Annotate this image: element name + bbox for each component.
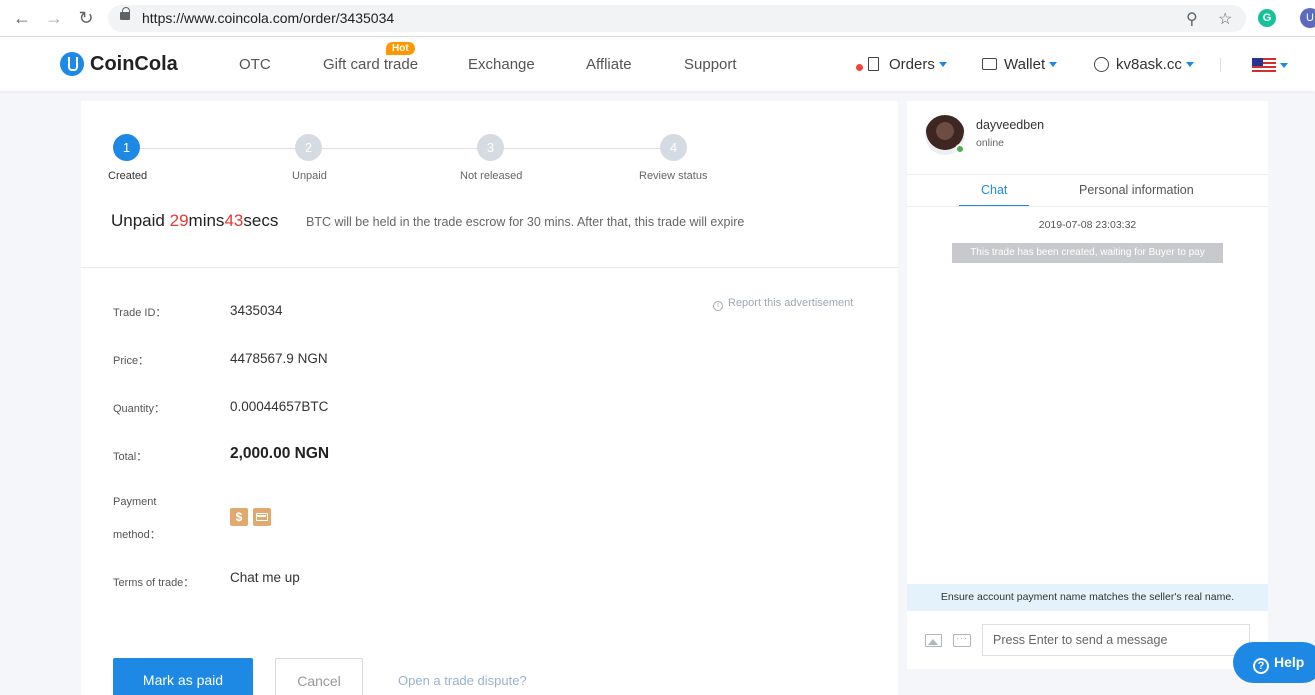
message-input[interactable] [982,624,1250,656]
chevron-down-icon [1185,61,1194,69]
step-2-circle: 2 [295,134,322,161]
brand-name[interactable]: CoinCola [90,53,178,76]
tab-chat[interactable]: Chat [981,183,1007,197]
message-timestamp: 2019-07-08 23:03:32 [1038,219,1137,231]
open-dispute-link[interactable]: Open a trade dispute? [398,673,527,688]
price-label: Price： [113,355,150,367]
orders-menu[interactable]: Orders [889,56,947,73]
profile-avatar[interactable]: U [1300,8,1315,28]
payment-name-notice: Ensure account payment name matches the … [907,584,1268,611]
header-divider [1220,58,1221,72]
step-1-label: Created [108,170,148,182]
card-icon [253,508,271,526]
step-2-label: Unpaid [292,170,327,182]
reload-icon[interactable]: ↻ [76,8,96,28]
wallet-label: Wallet [1004,56,1046,73]
tabs-divider [907,206,1268,207]
help-label: Help [1274,654,1305,670]
orders-doc-icon [868,57,879,71]
progress-line [127,148,673,149]
step-1-circle: 1 [113,134,140,161]
coincola-logo-icon[interactable] [60,52,84,76]
chevron-down-icon[interactable] [1280,63,1288,68]
trader-status: online [976,137,1005,149]
lock-icon [120,7,130,20]
online-status-dot [955,144,965,154]
timer-seconds-unit: secs [243,211,279,230]
grammarly-extension-icon[interactable]: G [1258,9,1276,27]
terms-label: Terms of trade： [113,577,195,589]
nav-support[interactable]: Support [684,56,737,73]
step-4-label: Review status [639,170,708,182]
wallet-menu[interactable]: Wallet [1004,56,1058,73]
report-label: Report this advertisement [728,297,854,309]
orders-label: Orders [889,56,935,73]
quantity-value: 0.00044657BTC [230,399,329,414]
wallet-icon [982,58,997,70]
total-label: Total： [113,451,148,463]
dollar-icon: $ [230,508,248,526]
address-bar[interactable]: https://www.coincola.com/order/3435034 ⚲… [108,5,1246,32]
user-icon [1094,57,1109,72]
section-divider [81,267,898,268]
forward-icon[interactable]: → [44,8,64,28]
total-value: 2,000.00 NGN [230,445,330,462]
nav-exchange[interactable]: Exchange [468,56,535,73]
chat-panel: dayveedben online Chat Personal informat… [907,101,1268,669]
chevron-down-icon [938,61,947,69]
info-icon: i [713,301,723,311]
url-text[interactable]: https://www.coincola.com/order/3435034 [142,10,394,26]
price-value: 4478567.9 NGN [230,351,328,366]
trader-name[interactable]: dayveedben [976,118,1044,132]
nav-otc[interactable]: OTC [239,56,271,73]
username-label: kv8ask.cc [1116,56,1182,73]
emoji-icon[interactable]: ··· [953,634,971,647]
trade-id-value: 3435034 [230,303,283,318]
site-header: CoinCola OTC Gift card trade Hot Exchang… [0,37,1315,91]
terms-value: Chat me up [230,570,300,585]
back-icon[interactable]: ← [12,8,32,28]
step-3-circle: 3 [477,134,504,161]
mark-as-paid-button[interactable]: Mark as paid [113,658,253,695]
trade-id-label: Trade ID： [113,307,167,319]
chevron-down-icon [1049,61,1058,69]
chat-divider [907,174,1268,175]
nav-gift-card-trade[interactable]: Gift card trade [323,56,418,73]
image-icon[interactable] [925,634,942,647]
zoom-icon[interactable]: ⚲ [1186,9,1198,29]
report-advertisement-link[interactable]: i Report this advertisement [713,297,853,311]
help-icon: ? [1253,658,1269,674]
order-panel: 1 Created 2 Unpaid 3 Not released 4 Revi… [81,101,898,695]
orders-notification-dot [856,64,863,71]
payment-method-label-line2: method： [113,529,161,541]
hot-badge: Hot [386,42,415,55]
step-4-circle: 4 [660,134,687,161]
quantity-label: Quantity： [113,403,165,415]
timer-seconds: 43 [224,211,244,230]
timer-minutes: 29 [169,211,189,230]
escrow-note: BTC will be held in the trade escrow for… [306,215,745,229]
timer-prefix: Unpaid [111,211,170,230]
nav-affliate[interactable]: Affliate [586,56,632,73]
step-3-label: Not released [460,170,523,182]
countdown-timer: Unpaid 29mins43secs [111,211,278,231]
help-button[interactable]: ? Help [1233,642,1315,683]
timer-minutes-unit: mins [188,211,225,230]
cancel-button[interactable]: Cancel [275,658,363,695]
browser-toolbar: ← → ↻ https://www.coincola.com/order/343… [0,0,1315,37]
system-message: This trade has been created, waiting for… [952,243,1223,263]
star-icon[interactable]: ☆ [1218,9,1232,29]
user-menu[interactable]: kv8ask.cc [1116,56,1194,73]
tab-personal-information[interactable]: Personal information [1079,183,1194,197]
payment-method-label-line1: Payment [113,496,157,508]
us-flag-icon[interactable] [1252,58,1276,73]
